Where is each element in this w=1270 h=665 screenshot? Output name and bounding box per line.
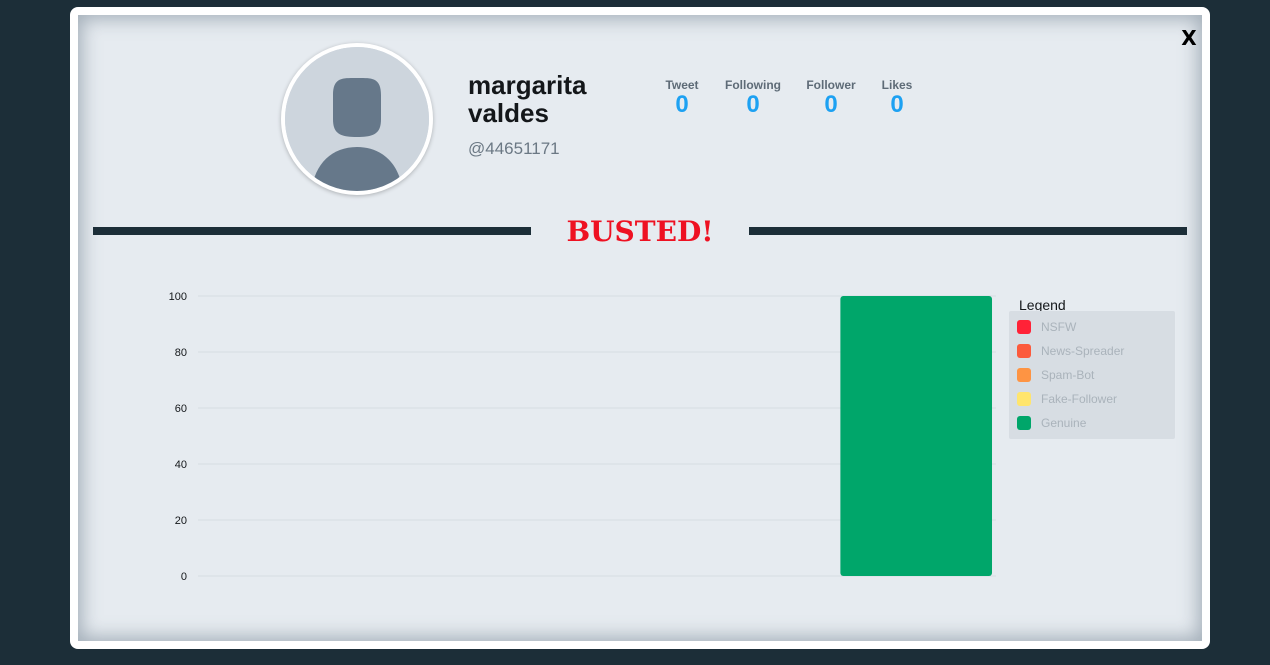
legend-item-fake-follower[interactable]: Fake-Follower (1017, 391, 1117, 407)
legend-swatch (1017, 392, 1031, 406)
legend-item-nsfw[interactable]: NSFW (1017, 319, 1076, 335)
legend-swatch (1017, 344, 1031, 358)
legend-label: News-Spreader (1041, 344, 1125, 358)
legend-label: Spam-Bot (1041, 368, 1095, 382)
legend-label: Fake-Follower (1041, 392, 1118, 406)
legend-item-spam-bot[interactable]: Spam-Bot (1017, 367, 1094, 383)
y-tick-label: 0 (181, 571, 187, 583)
legend-item-genuine[interactable]: Genuine (1017, 415, 1086, 431)
modal-content: X margarita valdes @44651171 Tweet 0 Fol… (78, 15, 1202, 641)
legend-swatch (1017, 416, 1031, 430)
legend-swatch (1017, 320, 1031, 334)
y-tick-label: 60 (175, 403, 187, 415)
chart-legend: NSFW News-Spreader Spam-Bot Fake-Followe… (1009, 311, 1175, 439)
y-tick-label: 80 (175, 347, 187, 359)
legend-item-news-spreader[interactable]: News-Spreader (1017, 343, 1124, 359)
bar-genuine[interactable] (840, 296, 993, 576)
y-tick-label: 20 (175, 515, 187, 527)
legend-label: Genuine (1041, 416, 1087, 430)
legend-label: NSFW (1041, 320, 1077, 334)
legend-swatch (1017, 368, 1031, 382)
profile-modal: X margarita valdes @44651171 Tweet 0 Fol… (70, 7, 1210, 649)
y-tick-label: 40 (175, 459, 187, 471)
y-tick-label: 100 (169, 291, 187, 303)
